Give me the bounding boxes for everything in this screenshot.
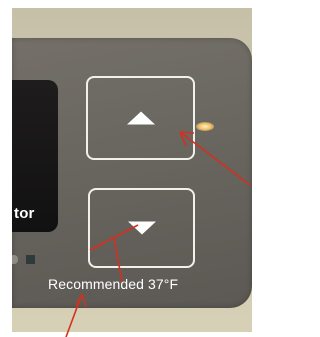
photo: tor Recommended 37°F [0, 0, 252, 337]
display-label: tor [14, 205, 35, 222]
arrow-up-icon [126, 111, 155, 125]
light-reflection [196, 122, 214, 131]
temperature-down-button[interactable] [88, 188, 195, 268]
temperature-up-button[interactable] [86, 76, 195, 160]
arrow-down-icon [127, 221, 156, 235]
status-indicator [26, 255, 35, 264]
recommended-temperature-label: Recommended 37°F [48, 276, 179, 292]
